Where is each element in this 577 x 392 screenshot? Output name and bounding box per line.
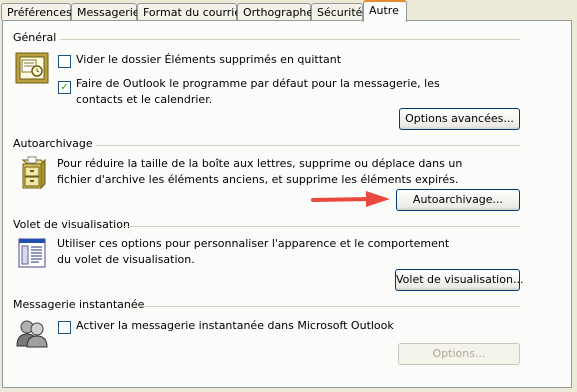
reading-pane-button[interactable]: Volet de visualisation... (395, 269, 523, 291)
autoarchive-button[interactable]: Autoarchivage... (396, 189, 520, 211)
tab-preferences[interactable]: Préférences (1, 3, 72, 20)
advanced-options-button[interactable]: Options avancées... (399, 108, 520, 130)
empty-deleted-items-label: Vider le dossier Éléments supprimés en q… (76, 53, 342, 66)
section-title-reading-pane: Volet de visualisation (13, 218, 130, 231)
enable-im-checkbox[interactable] (58, 321, 71, 334)
default-program-label: Faire de Outlook le programme par défaut… (76, 77, 440, 106)
tab-messagerie[interactable]: Messagerie (71, 3, 140, 20)
general-options-icon (15, 52, 49, 84)
section-divider (122, 226, 520, 227)
default-program-checkbox[interactable]: ✓ (58, 81, 71, 94)
contacts-people-icon (16, 320, 48, 348)
section-title-general: Général (13, 31, 57, 44)
tab-orthographe[interactable]: Orthographe (237, 3, 313, 20)
section-title-instant-messaging: Messagerie instantanée (13, 298, 145, 311)
tab-securite[interactable]: Sécurité (311, 3, 363, 20)
check-mark-icon: ✓ (60, 82, 69, 93)
reading-pane-icon (18, 238, 46, 268)
section-divider (60, 39, 520, 40)
section-title-autoarchive: Autoarchivage (13, 137, 93, 150)
red-arrow-annotation-icon (311, 191, 390, 207)
file-cabinet-icon (21, 156, 47, 190)
section-divider (96, 145, 520, 146)
tab-autre[interactable]: Autre (363, 0, 407, 22)
im-options-button[interactable]: Options... (398, 343, 520, 365)
section-divider (135, 306, 520, 307)
tab-format-courrier[interactable]: Format du courrier (137, 3, 246, 20)
autoarchive-description: Pour réduire la taille de la boîte aux l… (57, 157, 463, 186)
reading-pane-description: Utiliser ces options pour personnaliser … (57, 237, 450, 266)
enable-im-label: Activer la messagerie instantanée dans M… (76, 319, 394, 332)
empty-deleted-items-checkbox[interactable] (58, 55, 71, 68)
